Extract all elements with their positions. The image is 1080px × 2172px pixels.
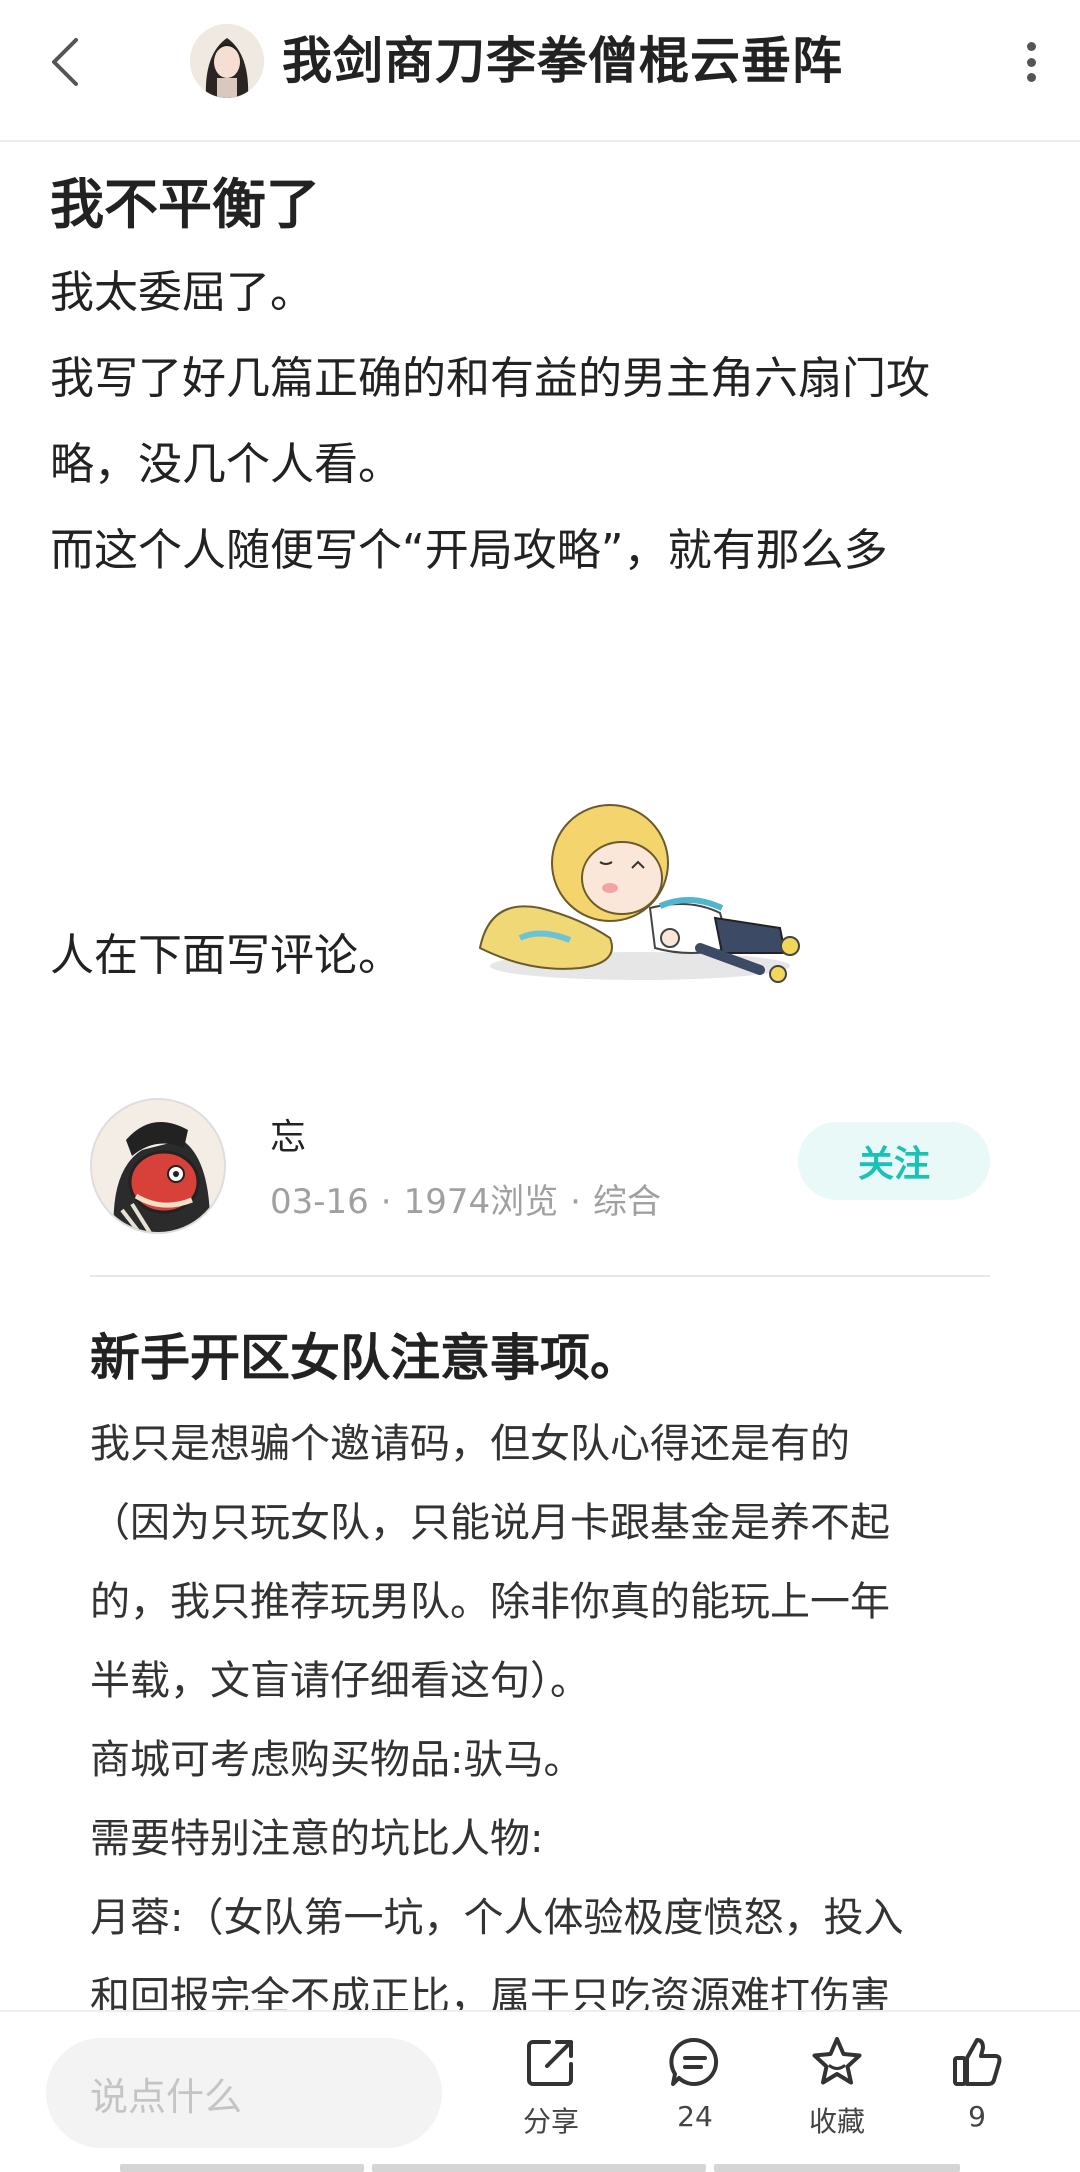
post-paragraph: 我写了好几篇正确的和有益的男主角六扇门攻 <box>50 353 930 404</box>
favorite-button[interactable]: 收藏 <box>782 2034 892 2154</box>
comment-icon <box>669 2037 719 2086</box>
share-label: 分享 <box>522 2105 579 2138</box>
post-paragraph: 人在下面写评论。 <box>50 930 402 981</box>
post-date: 03-16 <box>270 1182 369 1222</box>
bottom-action-bar: 说点什么 分享 24 收藏 9 <box>0 2010 1080 2172</box>
post-paragraph: 略，没几个人看。 <box>50 439 402 490</box>
quoted-post-title: 新手开区女队注意事项。 <box>90 1329 640 1387</box>
post-content: 我不平衡了 我太委屈了。 我写了好几篇正确的和有益的男主角六扇门攻 略，没几个人… <box>50 168 1030 594</box>
comment-count: 24 <box>677 2100 713 2133</box>
tab-indicator <box>714 2164 960 2172</box>
divider <box>90 1275 990 1277</box>
quoted-line: 半载，文盲请仔细看这句）。 <box>90 1658 590 1704</box>
star-icon <box>812 2037 862 2085</box>
post-paragraph: 而这个人随便写个“开局攻略”，就有那么多 <box>50 525 888 576</box>
top-bar: 我剑商刀李拳僧棍云垂阵 <box>0 0 1080 142</box>
more-options-button[interactable] <box>1016 34 1046 90</box>
quoted-line: 我只是想骗个邀请码，但女队心得还是有的 <box>90 1421 850 1467</box>
group-title: 我剑商刀李拳僧棍云垂阵 <box>282 32 843 90</box>
author-avatar-image <box>92 1100 224 1232</box>
thumbs-up-icon <box>953 2038 1002 2086</box>
sticker-image <box>478 804 800 983</box>
post-sticker-row: 人在下面写评论。 <box>50 770 1030 1010</box>
quoted-line: （因为只玩女队，只能说月卡跟基金是养不起 <box>90 1500 890 1546</box>
like-count: 9 <box>968 2100 986 2133</box>
quoted-line: 月蓉:（女队第一坑，个人体验极度愤怒，投入 <box>90 1895 904 1941</box>
quoted-line: 的，我只推荐玩男队。除非你真的能玩上一年 <box>90 1579 890 1625</box>
meta-separator: · <box>380 1182 392 1222</box>
author-avatar[interactable] <box>90 1098 226 1234</box>
share-icon <box>527 2040 573 2086</box>
back-button[interactable] <box>40 30 90 94</box>
favorite-label: 收藏 <box>808 2105 865 2138</box>
quoted-line: 商城可考虑购买物品:驮马。 <box>90 1737 584 1783</box>
post-body: 我太委屈了。 我写了好几篇正确的和有益的男主角六扇门攻 略，没几个人看。 而这个… <box>50 250 1030 594</box>
post-meta: 03-16 · 1974浏览 · 综合 <box>270 1174 661 1223</box>
meta-separator: · <box>570 1182 581 1222</box>
tab-indicator <box>372 2164 706 2172</box>
more-vertical-icon <box>1026 42 1036 51</box>
post-category[interactable]: 综合 <box>593 1182 661 1222</box>
quoted-line: 需要特别注意的坑比人物: <box>90 1816 544 1862</box>
author-name[interactable]: 忘 <box>270 1108 306 1160</box>
back-arrow-icon <box>52 38 78 86</box>
post-paragraph: 我太委屈了。 <box>50 267 314 318</box>
group-avatar[interactable] <box>190 24 264 98</box>
view-count: 1974浏览 <box>403 1182 559 1222</box>
post-title: 我不平衡了 <box>50 173 320 236</box>
tab-indicator <box>120 2164 364 2172</box>
follow-button[interactable]: 关注 <box>798 1122 990 1200</box>
comment-input[interactable]: 说点什么 <box>46 2038 442 2148</box>
like-button[interactable]: 9 <box>922 2034 1032 2154</box>
group-avatar-image <box>190 24 264 98</box>
share-button[interactable]: 分享 <box>496 2034 606 2154</box>
quoted-post-body: 我只是想骗个邀请码，但女队心得还是有的 （因为只玩女队，只能说月卡跟基金是养不起… <box>90 1405 990 2037</box>
comment-button[interactable]: 24 <box>640 2034 750 2154</box>
